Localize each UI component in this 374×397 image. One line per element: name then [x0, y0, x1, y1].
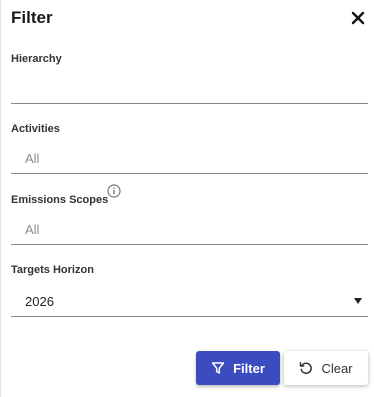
- clear-button[interactable]: Clear: [284, 351, 368, 385]
- targets-horizon-label: Targets Horizon: [11, 264, 94, 276]
- activities-label: Activities: [11, 123, 60, 135]
- filter-panel: Filter Hierarchy Activities All Emission…: [0, 0, 374, 397]
- emissions-scopes-value: All: [25, 222, 40, 237]
- hierarchy-label: Hierarchy: [11, 53, 62, 65]
- undo-icon: [299, 361, 313, 375]
- info-icon[interactable]: [107, 184, 121, 198]
- emissions-scopes-select[interactable]: All: [11, 215, 368, 245]
- hierarchy-field[interactable]: [11, 74, 368, 104]
- close-button[interactable]: [348, 8, 368, 28]
- caret-down-icon: [354, 298, 362, 304]
- filter-button-label: Filter: [233, 360, 265, 376]
- targets-horizon-value: 2026: [25, 294, 54, 309]
- close-icon: [351, 11, 365, 25]
- funnel-icon: [211, 361, 225, 375]
- clear-button-label: Clear: [321, 360, 353, 376]
- emissions-scopes-label: Emissions Scopes: [11, 194, 109, 206]
- activities-value: All: [25, 151, 40, 166]
- panel-title: Filter: [11, 8, 53, 27]
- filter-button[interactable]: Filter: [196, 351, 280, 385]
- activities-select[interactable]: All: [11, 144, 368, 174]
- targets-horizon-select[interactable]: 2026: [11, 287, 368, 317]
